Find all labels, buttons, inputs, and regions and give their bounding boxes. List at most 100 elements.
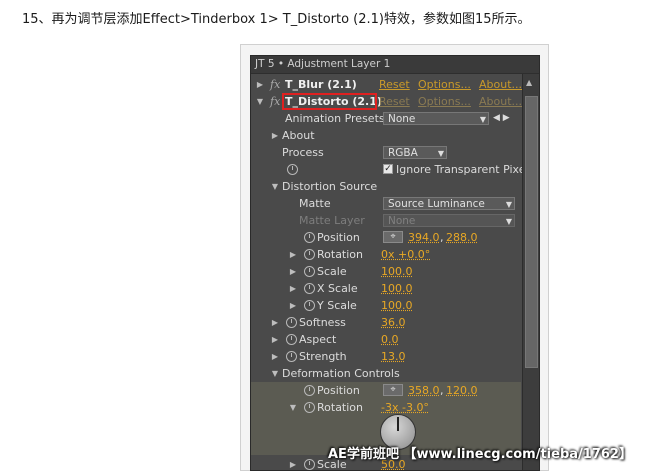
options-link[interactable]: Options... [418, 76, 471, 93]
position-y-value[interactable]: 120.0 [446, 382, 478, 399]
ds-position-row: Position ⌖ 394.0 , 288.0 [251, 229, 521, 246]
y-scale-value[interactable]: 100.0 [381, 297, 413, 314]
stopwatch-icon[interactable] [304, 232, 315, 243]
rotation-value[interactable]: 0x +0.0° [381, 246, 430, 263]
position-x-value[interactable]: 394.0 [408, 229, 440, 246]
matte-layer-label: Matte Layer [299, 214, 365, 227]
fx-icon[interactable]: fx [270, 76, 280, 93]
collapse-triangle-icon[interactable]: ▼ [256, 93, 264, 110]
scale-value[interactable]: 100.0 [381, 263, 413, 280]
prev-next-arrows-icon[interactable]: ◀ ▶ [493, 110, 510, 127]
about-link[interactable]: About... [479, 93, 522, 110]
ds-rotation-row: ▶ Rotation 0x +0.0° [251, 246, 521, 263]
softness-row: ▶ Softness 36.0 [251, 314, 521, 331]
softness-label: Softness [299, 316, 346, 329]
distortion-source-label: Distortion Source [282, 180, 378, 193]
scale-label: Scale [317, 265, 347, 278]
softness-value[interactable]: 36.0 [381, 314, 406, 331]
process-label: Process [282, 146, 324, 159]
process-dropdown[interactable]: RGBA ▼ [383, 146, 447, 159]
stopwatch-icon[interactable] [304, 266, 315, 277]
expand-triangle-icon[interactable]: ▶ [289, 246, 297, 263]
ignore-transparent-label: Ignore Transparent Pixe [396, 163, 526, 176]
reset-link[interactable]: Reset [379, 76, 410, 93]
x-scale-label: X Scale [317, 282, 358, 295]
stopwatch-icon[interactable] [304, 249, 315, 260]
expand-triangle-icon[interactable]: ▶ [271, 331, 279, 348]
aspect-value[interactable]: 0.0 [381, 331, 399, 348]
collapse-triangle-icon[interactable]: ▼ [289, 399, 297, 416]
dc-position-row: Position ⌖ 358.0 , 120.0 [251, 382, 521, 399]
expand-triangle-icon[interactable]: ▶ [271, 314, 279, 331]
stopwatch-icon[interactable] [304, 283, 315, 294]
distortion-source-group[interactable]: ▼ Distortion Source [251, 178, 521, 195]
animation-presets-label: Animation Presets: [285, 112, 389, 125]
about-row[interactable]: ▶ About [251, 127, 521, 144]
stopwatch-icon[interactable] [304, 385, 315, 396]
matte-value: Source Luminance [388, 198, 485, 210]
ignore-transparent-row: ✓ Ignore Transparent Pixe [251, 161, 525, 178]
matte-layer-dropdown[interactable]: None ▼ [383, 214, 515, 227]
about-link[interactable]: About... [479, 76, 522, 93]
aspect-row: ▶ Aspect 0.0 [251, 331, 521, 348]
crosshair-icon[interactable]: ⌖ [383, 384, 403, 396]
expand-triangle-icon[interactable]: ▶ [271, 127, 279, 144]
scroll-up-icon[interactable]: ▲ [526, 78, 532, 87]
expand-triangle-icon[interactable]: ▶ [289, 297, 297, 314]
chevron-down-icon: ▼ [505, 200, 512, 209]
chevron-down-icon: ▼ [479, 115, 486, 124]
vertical-scrollbar[interactable]: ▲ [522, 74, 539, 470]
position-x-value[interactable]: 358.0 [408, 382, 440, 399]
scrollbar-thumb[interactable] [525, 96, 538, 368]
ds-scale-row: ▶ Scale 100.0 [251, 263, 521, 280]
strength-value[interactable]: 13.0 [381, 348, 406, 365]
matte-label: Matte [299, 197, 331, 210]
fx-icon[interactable]: fx [270, 93, 280, 110]
ignore-transparent-checkbox[interactable]: ✓ [383, 164, 393, 174]
animation-presets-value: None [388, 113, 416, 125]
position-y-value[interactable]: 288.0 [446, 229, 478, 246]
deformation-controls-label: Deformation Controls [282, 367, 400, 380]
ds-x-scale-row: ▶ X Scale 100.0 [251, 280, 521, 297]
watermark: AE学前班吧 【www.linecg.com/tieba/1762】 [328, 447, 632, 462]
animation-presets-row: Animation Presets: None ▼ ◀ ▶ [251, 110, 521, 127]
stopwatch-icon[interactable] [304, 300, 315, 311]
expand-triangle-icon[interactable]: ▶ [256, 76, 264, 93]
crosshair-icon[interactable]: ⌖ [383, 231, 403, 243]
comma-separator: , [440, 231, 444, 244]
stopwatch-icon[interactable] [286, 317, 297, 328]
effect-controls-panel: JT 5 • Adjustment Layer 1 ▶ fx T_Blur (2… [250, 55, 540, 471]
y-scale-label: Y Scale [317, 299, 357, 312]
stopwatch-icon[interactable] [304, 459, 315, 470]
options-link[interactable]: Options... [418, 93, 471, 110]
reset-link[interactable]: Reset [379, 93, 410, 110]
rotation-label: Rotation [317, 248, 364, 261]
stopwatch-icon[interactable] [286, 351, 297, 362]
deformation-controls-group[interactable]: ▼ Deformation Controls [251, 365, 521, 382]
collapse-triangle-icon[interactable]: ▼ [271, 178, 279, 195]
expand-triangle-icon[interactable]: ▶ [289, 280, 297, 297]
stopwatch-icon[interactable] [286, 334, 297, 345]
matte-row: Matte Source Luminance ▼ [251, 195, 521, 212]
aspect-label: Aspect [299, 333, 337, 346]
effect-name: T_Blur (2.1) [285, 78, 357, 91]
position-label: Position [317, 231, 360, 244]
process-row: Process RGBA ▼ [251, 144, 521, 161]
x-scale-value[interactable]: 100.0 [381, 280, 413, 297]
rotation-label: Rotation [317, 401, 364, 414]
stopwatch-icon[interactable] [287, 164, 298, 175]
instruction-caption: 15、再为调节层添加Effect>Tinderbox 1> T_Distorto… [22, 12, 531, 27]
expand-triangle-icon[interactable]: ▶ [271, 348, 279, 365]
effect-row-t-blur[interactable]: ▶ fx T_Blur (2.1) Reset Options... About… [251, 76, 522, 93]
collapse-triangle-icon[interactable]: ▼ [271, 365, 279, 382]
chevron-down-icon: ▼ [505, 217, 512, 226]
about-label: About [282, 129, 315, 142]
position-label: Position [317, 384, 360, 397]
matte-layer-row: Matte Layer None ▼ [251, 212, 521, 229]
ds-y-scale-row: ▶ Y Scale 100.0 [251, 297, 521, 314]
animation-presets-dropdown[interactable]: None ▼ [383, 112, 489, 125]
stopwatch-icon[interactable] [304, 402, 315, 413]
rotation-value[interactable]: -3x -3.0° [381, 399, 429, 416]
matte-dropdown[interactable]: Source Luminance ▼ [383, 197, 515, 210]
expand-triangle-icon[interactable]: ▶ [289, 263, 297, 280]
